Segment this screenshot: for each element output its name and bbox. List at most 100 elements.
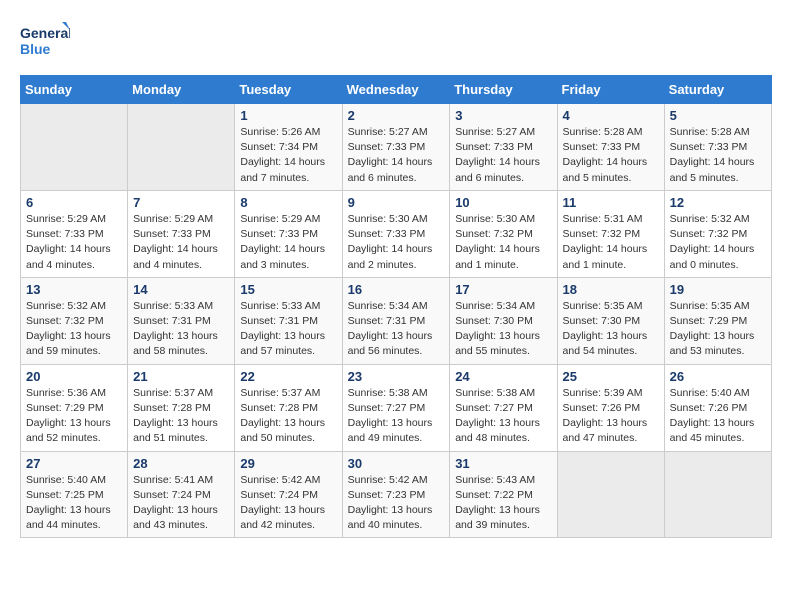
day-info: Sunrise: 5:43 AM Sunset: 7:22 PM Dayligh… <box>455 473 551 534</box>
day-number: 9 <box>348 195 445 210</box>
day-number: 8 <box>240 195 336 210</box>
calendar-cell: 15 Sunrise: 5:33 AM Sunset: 7:31 PM Dayli… <box>235 277 342 364</box>
calendar-cell: 25 Sunrise: 5:39 AM Sunset: 7:26 PM Dayli… <box>557 364 664 451</box>
calendar-cell: 21Sunrise: 5:37 AM Sunset: 7:28 PM Dayli… <box>128 364 235 451</box>
calendar-cell: 23Sunrise: 5:38 AM Sunset: 7:27 PM Dayli… <box>342 364 450 451</box>
day-header-monday: Monday <box>128 76 235 104</box>
day-number: 20 <box>26 369 122 384</box>
logo-svg: General Blue <box>20 20 70 65</box>
day-info: Sunrise: 5:33 AM Sunset: 7:31 PM Dayligh… <box>133 299 229 360</box>
day-number: 7 <box>133 195 229 210</box>
calendar-cell: 13 Sunrise: 5:32 AM Sunset: 7:32 PM Dayli… <box>21 277 128 364</box>
calendar-cell: 11Sunrise: 5:31 AM Sunset: 7:32 PM Dayli… <box>557 190 664 277</box>
day-info: Sunrise: 5:30 AM Sunset: 7:32 PM Dayligh… <box>455 212 551 273</box>
calendar-cell: 8 Sunrise: 5:29 AM Sunset: 7:33 PM Daylig… <box>235 190 342 277</box>
day-number: 13 <box>26 282 122 297</box>
day-number: 24 <box>455 369 551 384</box>
day-info: Sunrise: 5:32 AM Sunset: 7:32 PM Dayligh… <box>670 212 766 273</box>
calendar-cell <box>664 451 771 538</box>
day-number: 18 <box>563 282 659 297</box>
calendar-cell: 12 Sunrise: 5:32 AM Sunset: 7:32 PM Dayli… <box>664 190 771 277</box>
day-info: Sunrise: 5:26 AM Sunset: 7:34 PM Dayligh… <box>240 125 336 186</box>
day-info: Sunrise: 5:34 AM Sunset: 7:30 PM Dayligh… <box>455 299 551 360</box>
day-number: 29 <box>240 456 336 471</box>
calendar-table: SundayMondayTuesdayWednesdayThursdayFrid… <box>20 75 772 538</box>
calendar-cell: 2Sunrise: 5:27 AM Sunset: 7:33 PM Daylig… <box>342 104 450 191</box>
calendar-cell: 10 Sunrise: 5:30 AM Sunset: 7:32 PM Dayli… <box>450 190 557 277</box>
day-number: 1 <box>240 108 336 123</box>
day-info: Sunrise: 5:29 AM Sunset: 7:33 PM Dayligh… <box>133 212 229 273</box>
day-info: Sunrise: 5:36 AM Sunset: 7:29 PM Dayligh… <box>26 386 122 447</box>
calendar-cell: 1 Sunrise: 5:26 AM Sunset: 7:34 PM Daylig… <box>235 104 342 191</box>
calendar-cell: 28 Sunrise: 5:41 AM Sunset: 7:24 PM Dayli… <box>128 451 235 538</box>
day-number: 14 <box>133 282 229 297</box>
calendar-cell: 18Sunrise: 5:35 AM Sunset: 7:30 PM Dayli… <box>557 277 664 364</box>
day-header-saturday: Saturday <box>664 76 771 104</box>
calendar-cell: 29 Sunrise: 5:42 AM Sunset: 7:24 PM Dayli… <box>235 451 342 538</box>
day-info: Sunrise: 5:35 AM Sunset: 7:29 PM Dayligh… <box>670 299 766 360</box>
day-info: Sunrise: 5:41 AM Sunset: 7:24 PM Dayligh… <box>133 473 229 534</box>
calendar-cell: 27 Sunrise: 5:40 AM Sunset: 7:25 PM Dayli… <box>21 451 128 538</box>
day-info: Sunrise: 5:29 AM Sunset: 7:33 PM Dayligh… <box>26 212 122 273</box>
calendar-body: 1 Sunrise: 5:26 AM Sunset: 7:34 PM Daylig… <box>21 104 772 538</box>
calendar-cell <box>21 104 128 191</box>
day-info: Sunrise: 5:42 AM Sunset: 7:24 PM Dayligh… <box>240 473 336 534</box>
day-number: 31 <box>455 456 551 471</box>
calendar-cell: 31 Sunrise: 5:43 AM Sunset: 7:22 PM Dayli… <box>450 451 557 538</box>
calendar-cell: 6 Sunrise: 5:29 AM Sunset: 7:33 PM Daylig… <box>21 190 128 277</box>
calendar-cell: 7 Sunrise: 5:29 AM Sunset: 7:33 PM Daylig… <box>128 190 235 277</box>
day-header-wednesday: Wednesday <box>342 76 450 104</box>
day-info: Sunrise: 5:37 AM Sunset: 7:28 PM Dayligh… <box>240 386 336 447</box>
day-info: Sunrise: 5:38 AM Sunset: 7:27 PM Dayligh… <box>455 386 551 447</box>
day-number: 28 <box>133 456 229 471</box>
calendar-cell: 9 Sunrise: 5:30 AM Sunset: 7:33 PM Daylig… <box>342 190 450 277</box>
calendar-cell: 14 Sunrise: 5:33 AM Sunset: 7:31 PM Dayli… <box>128 277 235 364</box>
page-header: General Blue <box>20 20 772 65</box>
day-number: 23 <box>348 369 445 384</box>
day-number: 26 <box>670 369 766 384</box>
day-info: Sunrise: 5:33 AM Sunset: 7:31 PM Dayligh… <box>240 299 336 360</box>
calendar-cell: 3 Sunrise: 5:27 AM Sunset: 7:33 PM Daylig… <box>450 104 557 191</box>
svg-text:General: General <box>20 25 70 41</box>
day-info: Sunrise: 5:37 AM Sunset: 7:28 PM Dayligh… <box>133 386 229 447</box>
day-info: Sunrise: 5:40 AM Sunset: 7:25 PM Dayligh… <box>26 473 122 534</box>
calendar-cell: 4Sunrise: 5:28 AM Sunset: 7:33 PM Daylig… <box>557 104 664 191</box>
day-number: 17 <box>455 282 551 297</box>
day-number: 25 <box>563 369 659 384</box>
day-number: 5 <box>670 108 766 123</box>
day-info: Sunrise: 5:31 AM Sunset: 7:32 PM Dayligh… <box>563 212 659 273</box>
day-info: Sunrise: 5:42 AM Sunset: 7:23 PM Dayligh… <box>348 473 445 534</box>
calendar-cell: 24 Sunrise: 5:38 AM Sunset: 7:27 PM Dayli… <box>450 364 557 451</box>
calendar-cell <box>557 451 664 538</box>
calendar-week-row: 20 Sunrise: 5:36 AM Sunset: 7:29 PM Dayli… <box>21 364 772 451</box>
day-info: Sunrise: 5:27 AM Sunset: 7:33 PM Dayligh… <box>455 125 551 186</box>
day-number: 27 <box>26 456 122 471</box>
day-header-sunday: Sunday <box>21 76 128 104</box>
day-info: Sunrise: 5:40 AM Sunset: 7:26 PM Dayligh… <box>670 386 766 447</box>
calendar-cell <box>128 104 235 191</box>
calendar-cell: 17 Sunrise: 5:34 AM Sunset: 7:30 PM Dayli… <box>450 277 557 364</box>
day-number: 12 <box>670 195 766 210</box>
day-info: Sunrise: 5:27 AM Sunset: 7:33 PM Dayligh… <box>348 125 445 186</box>
day-info: Sunrise: 5:32 AM Sunset: 7:32 PM Dayligh… <box>26 299 122 360</box>
calendar-week-row: 6 Sunrise: 5:29 AM Sunset: 7:33 PM Daylig… <box>21 190 772 277</box>
calendar-week-row: 27 Sunrise: 5:40 AM Sunset: 7:25 PM Dayli… <box>21 451 772 538</box>
day-number: 3 <box>455 108 551 123</box>
calendar-week-row: 1 Sunrise: 5:26 AM Sunset: 7:34 PM Daylig… <box>21 104 772 191</box>
calendar-cell: 26 Sunrise: 5:40 AM Sunset: 7:26 PM Dayli… <box>664 364 771 451</box>
day-info: Sunrise: 5:30 AM Sunset: 7:33 PM Dayligh… <box>348 212 445 273</box>
calendar-week-row: 13 Sunrise: 5:32 AM Sunset: 7:32 PM Dayli… <box>21 277 772 364</box>
calendar-cell: 16 Sunrise: 5:34 AM Sunset: 7:31 PM Dayli… <box>342 277 450 364</box>
day-number: 15 <box>240 282 336 297</box>
calendar-cell: 20 Sunrise: 5:36 AM Sunset: 7:29 PM Dayli… <box>21 364 128 451</box>
day-info: Sunrise: 5:34 AM Sunset: 7:31 PM Dayligh… <box>348 299 445 360</box>
logo: General Blue <box>20 20 70 65</box>
day-number: 16 <box>348 282 445 297</box>
day-number: 6 <box>26 195 122 210</box>
day-info: Sunrise: 5:39 AM Sunset: 7:26 PM Dayligh… <box>563 386 659 447</box>
calendar-header-row: SundayMondayTuesdayWednesdayThursdayFrid… <box>21 76 772 104</box>
day-header-thursday: Thursday <box>450 76 557 104</box>
calendar-cell: 5Sunrise: 5:28 AM Sunset: 7:33 PM Daylig… <box>664 104 771 191</box>
day-info: Sunrise: 5:29 AM Sunset: 7:33 PM Dayligh… <box>240 212 336 273</box>
day-number: 10 <box>455 195 551 210</box>
